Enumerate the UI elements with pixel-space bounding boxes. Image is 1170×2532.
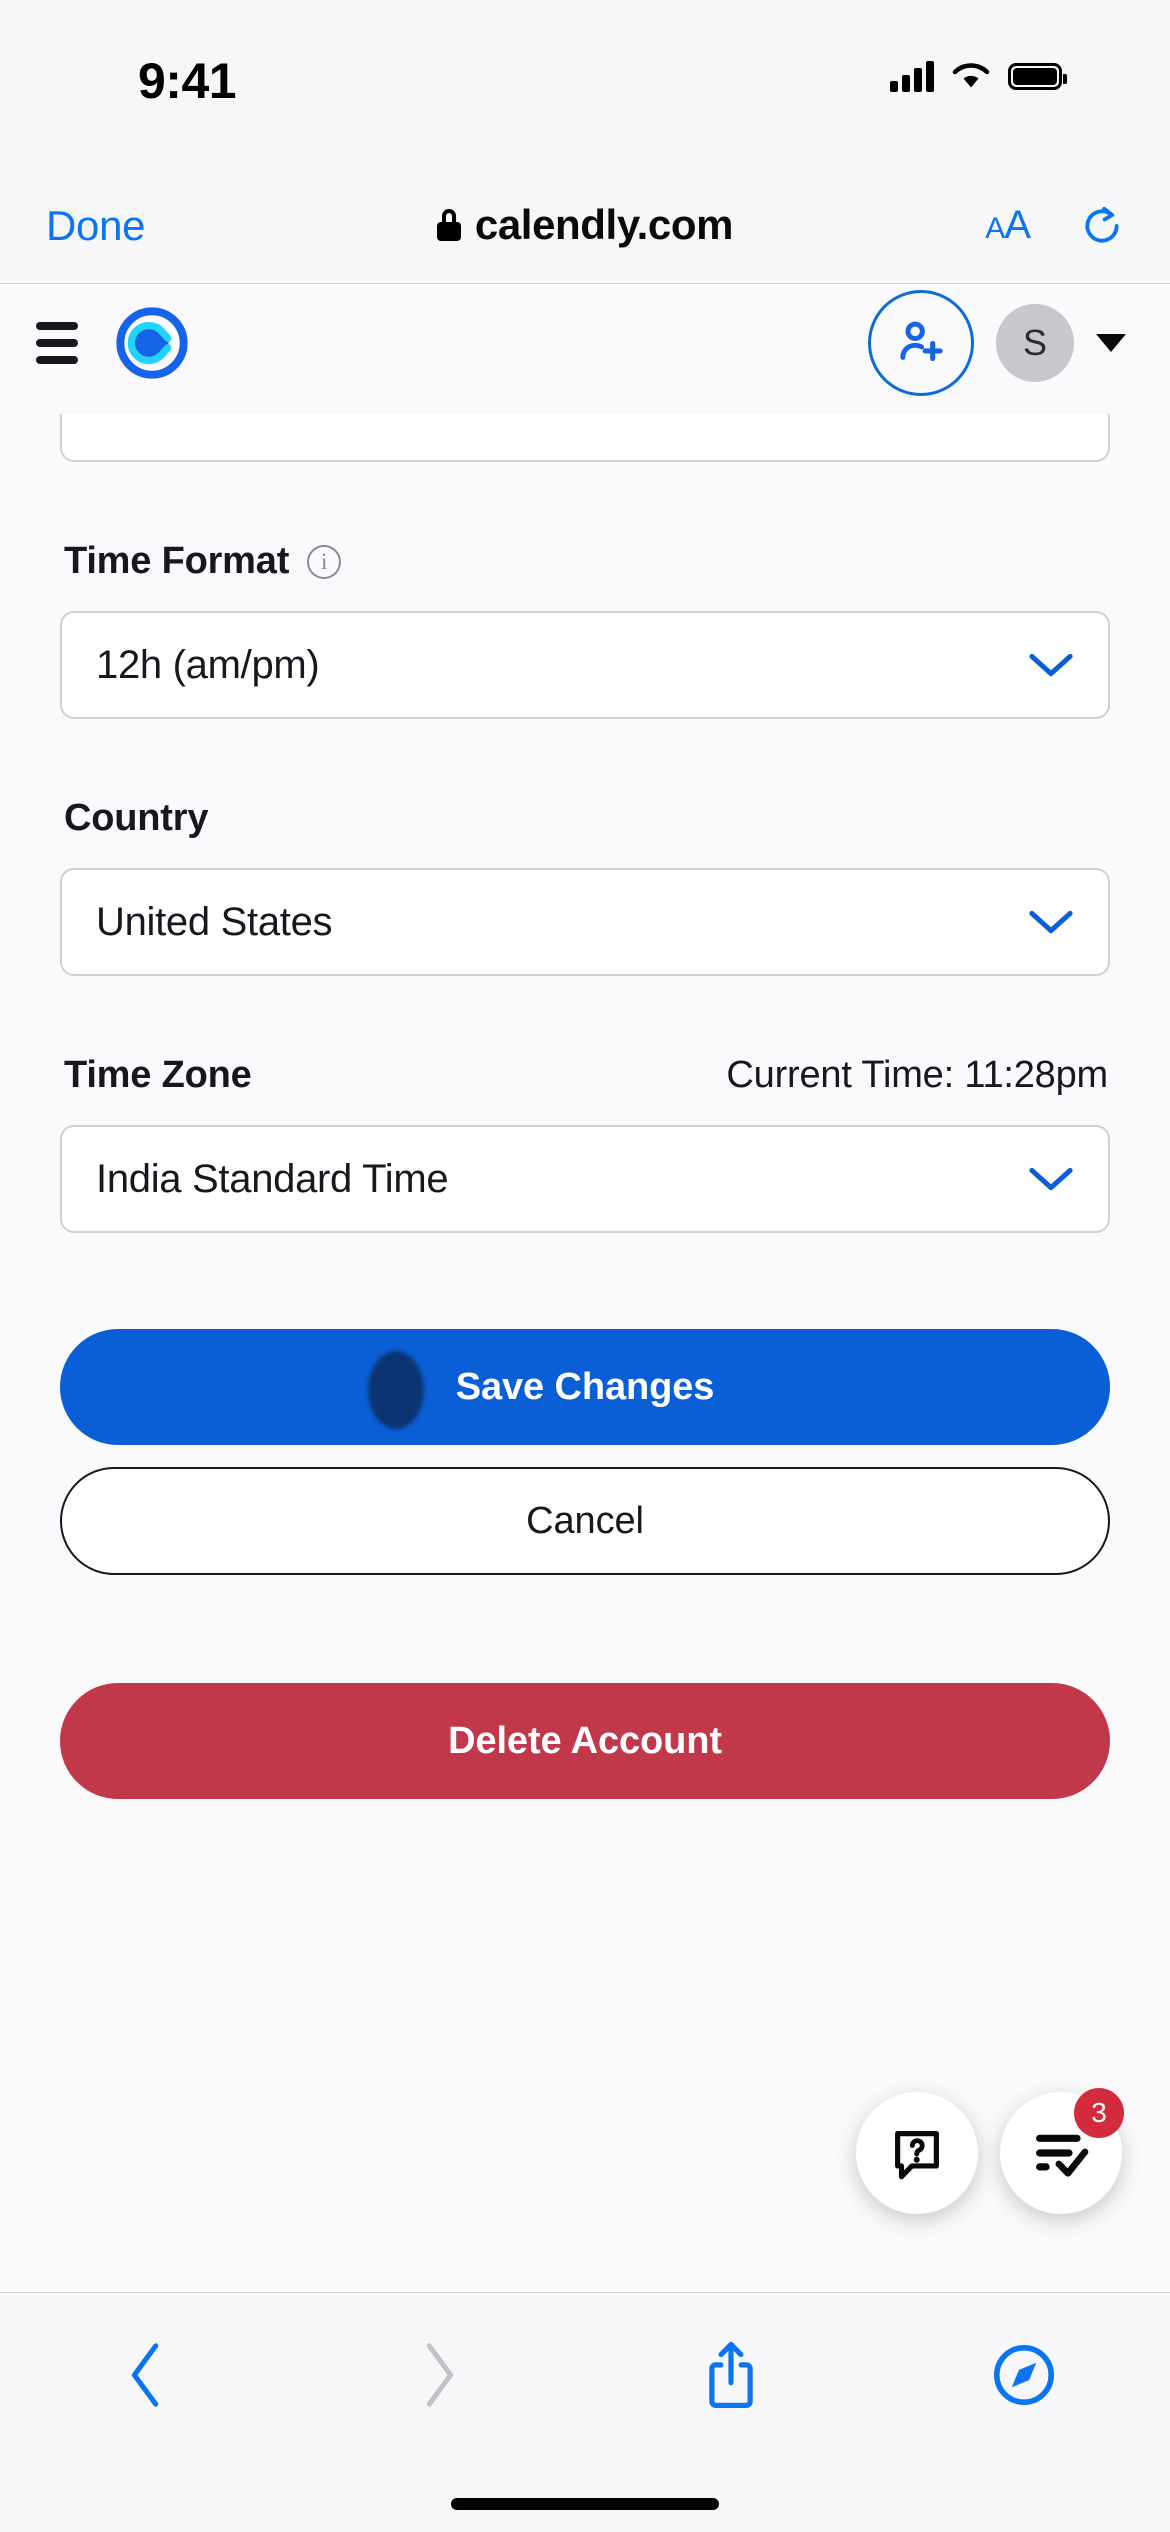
forward-button[interactable] — [364, 2325, 514, 2425]
calendly-app-header: S — [0, 284, 1170, 402]
time-format-select[interactable]: 12h (am/pm) — [60, 611, 1110, 719]
ios-status-bar: 9:41 — [0, 0, 1170, 168]
lock-icon — [436, 209, 461, 241]
country-label-row: Country — [60, 797, 1110, 840]
header-right-actions: S — [868, 290, 1126, 396]
web-content: S Time Format i 12h (am/pm) Country Unit… — [0, 284, 1170, 2292]
help-chat-bubble-icon — [895, 2131, 939, 2180]
share-icon — [709, 2341, 753, 2408]
wifi-icon — [952, 63, 990, 88]
country-value: United States — [96, 899, 333, 944]
time-zone-select[interactable]: India Standard Time — [60, 1125, 1110, 1233]
time-zone-label-row: Time Zone Current Time: 11:28pm — [60, 1054, 1110, 1097]
calendly-logo-icon[interactable] — [114, 305, 190, 381]
hamburger-menu-icon[interactable] — [36, 322, 78, 364]
time-zone-label: Time Zone — [64, 1054, 252, 1096]
tasks-button[interactable]: 3 — [1000, 2088, 1124, 2214]
touch-indicator — [368, 1351, 424, 1429]
avatar-initial: S — [1022, 322, 1047, 363]
cancel-button[interactable]: Cancel — [60, 1467, 1110, 1575]
browser-top-actions: AA — [985, 203, 1124, 248]
chevron-left-icon — [132, 2343, 159, 2407]
done-button[interactable]: Done — [46, 202, 146, 250]
cancel-label: Cancel — [526, 1499, 644, 1542]
add-user-icon — [900, 321, 943, 361]
time-format-label: Time Format — [64, 540, 290, 582]
help-button[interactable] — [856, 2092, 978, 2214]
time-format-group: Time Format i 12h (am/pm) — [60, 540, 1110, 719]
reload-icon[interactable] — [1080, 204, 1124, 248]
status-bar-time: 9:41 — [138, 53, 237, 109]
home-indicator — [451, 2498, 719, 2510]
time-format-label-row: Time Format i — [60, 540, 1110, 583]
delete-account-label: Delete Account — [448, 1719, 722, 1762]
country-group: Country United States — [60, 797, 1110, 976]
cellular-signal-icon — [890, 60, 934, 92]
tabs-button[interactable] — [949, 2325, 1099, 2425]
country-label: Country — [64, 797, 209, 839]
phone-screen: 9:41 Done calendly.com AA S Time Format … — [0, 0, 1170, 2532]
share-button[interactable] — [656, 2325, 806, 2425]
floating-action-buttons: 3 — [856, 2088, 1124, 2214]
previous-field-partial[interactable] — [60, 414, 1110, 462]
tasks-badge: 3 — [1074, 2088, 1124, 2138]
add-user-button[interactable] — [868, 290, 974, 396]
settings-form: Time Format i 12h (am/pm) Country United… — [0, 414, 1170, 1799]
url-text: calendly.com — [474, 201, 734, 248]
chevron-down-icon — [1029, 1167, 1073, 1191]
chevron-down-icon — [1029, 653, 1073, 677]
save-changes-button[interactable]: Save Changes — [60, 1329, 1110, 1445]
chevron-down-icon — [1029, 910, 1073, 934]
current-time-text: Current Time: 11:28pm — [726, 1054, 1108, 1096]
country-select[interactable]: United States — [60, 868, 1110, 976]
text-size-button[interactable]: AA — [985, 203, 1031, 248]
time-format-value: 12h (am/pm) — [96, 642, 320, 687]
time-zone-value: India Standard Time — [96, 1156, 449, 1201]
save-changes-label: Save Changes — [455, 1365, 715, 1408]
time-zone-group: Time Zone Current Time: 11:28pm India St… — [60, 1054, 1110, 1233]
avatar[interactable]: S — [996, 304, 1074, 382]
status-bar-indicators — [890, 60, 1067, 92]
browser-top-bar: Done calendly.com AA — [0, 168, 1170, 284]
back-button[interactable] — [71, 2325, 221, 2425]
safari-compass-icon — [993, 2345, 1054, 2405]
battery-full-icon — [1008, 62, 1067, 90]
browser-bottom-toolbar — [0, 2292, 1170, 2532]
info-circle-icon[interactable]: i — [307, 544, 342, 579]
caret-down-icon[interactable] — [1096, 334, 1126, 352]
chevron-right-icon — [426, 2343, 453, 2407]
delete-account-button[interactable]: Delete Account — [60, 1683, 1110, 1799]
